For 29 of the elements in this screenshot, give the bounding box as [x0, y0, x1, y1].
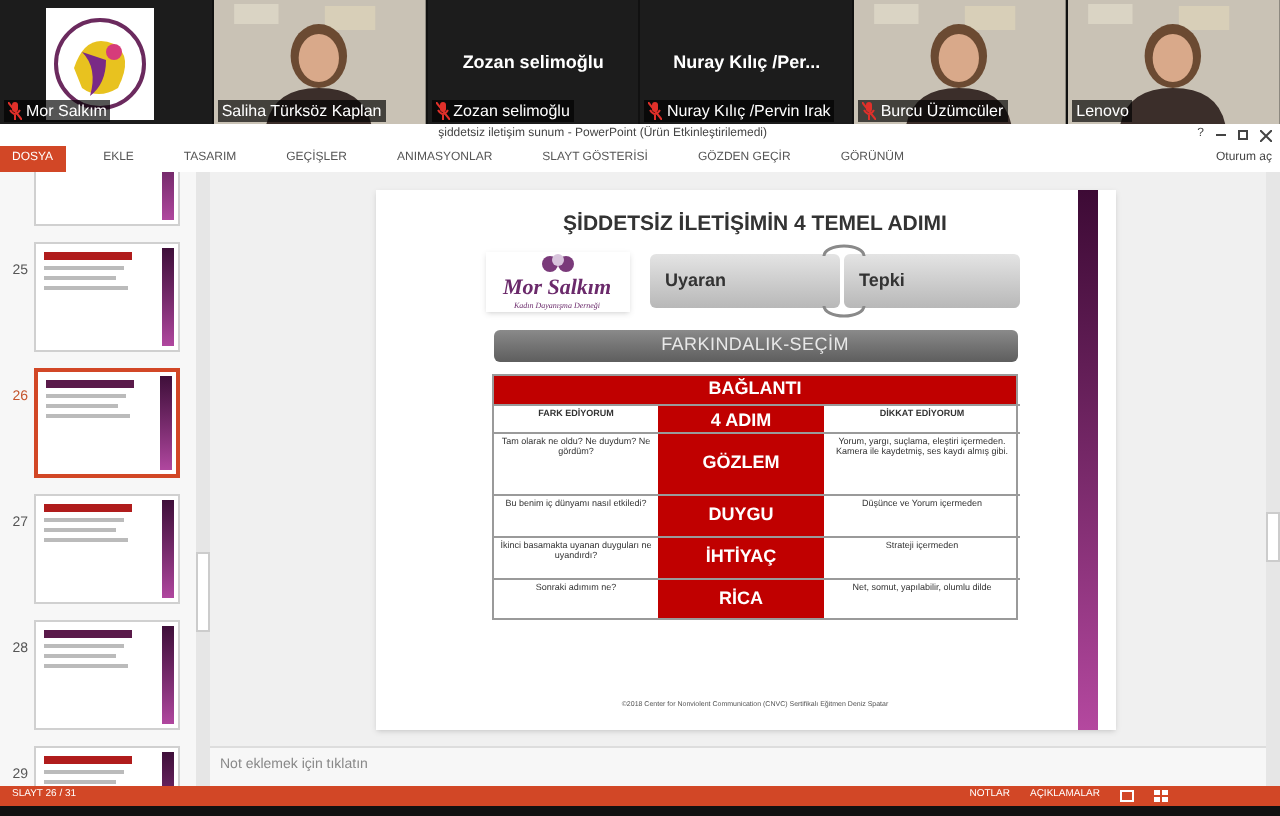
participant-name: Nuray Kılıç /Per... [673, 50, 821, 76]
muted-mic-icon [8, 102, 22, 120]
participant-name: Zozan selimoğlu [462, 50, 604, 76]
grape-icon [537, 251, 577, 276]
table-cell-text: DUYGU [708, 502, 774, 528]
normal-view-icon[interactable] [1120, 790, 1134, 802]
slide-title: ŞİDDETSİZ İLETİŞİMİN 4 TEMEL ADIMI [563, 210, 947, 240]
slide-thumbnail[interactable] [34, 368, 180, 478]
participant-label: Lenovo [1076, 100, 1129, 122]
table-cell-text: İHTİYAÇ [705, 544, 777, 570]
muted-mic-icon [648, 102, 663, 120]
participant-label: Zozan selimoğlu [453, 100, 570, 122]
table-header: BAĞLANTI [708, 376, 802, 402]
participant-label: Mor Salkım [26, 100, 107, 122]
stimulus-box: Uyaran [649, 254, 839, 309]
table-cell-text: 4 ADIM [710, 407, 772, 434]
awareness-banner: FARKINDALIK-SEÇİM [493, 329, 1017, 362]
muted-mic-icon [435, 102, 450, 120]
participant-label: Saliha Türksöz Kaplan [221, 100, 382, 122]
logo-name: Mor Salkım [502, 275, 612, 300]
close-icon[interactable] [1260, 129, 1272, 141]
table-cell-text: GÖZLEM [702, 450, 780, 476]
table-cell-text: RİCA [719, 585, 763, 611]
participant-label: Burcu Üzümcüler [880, 100, 1004, 122]
participant-label: Nuray Kılıç /Pervin Irak [666, 100, 831, 122]
restore-icon[interactable] [1238, 130, 1248, 140]
grid-view-icon[interactable] [1154, 790, 1168, 802]
muted-mic-icon [862, 102, 877, 120]
response-box: Tepki [843, 254, 1019, 309]
